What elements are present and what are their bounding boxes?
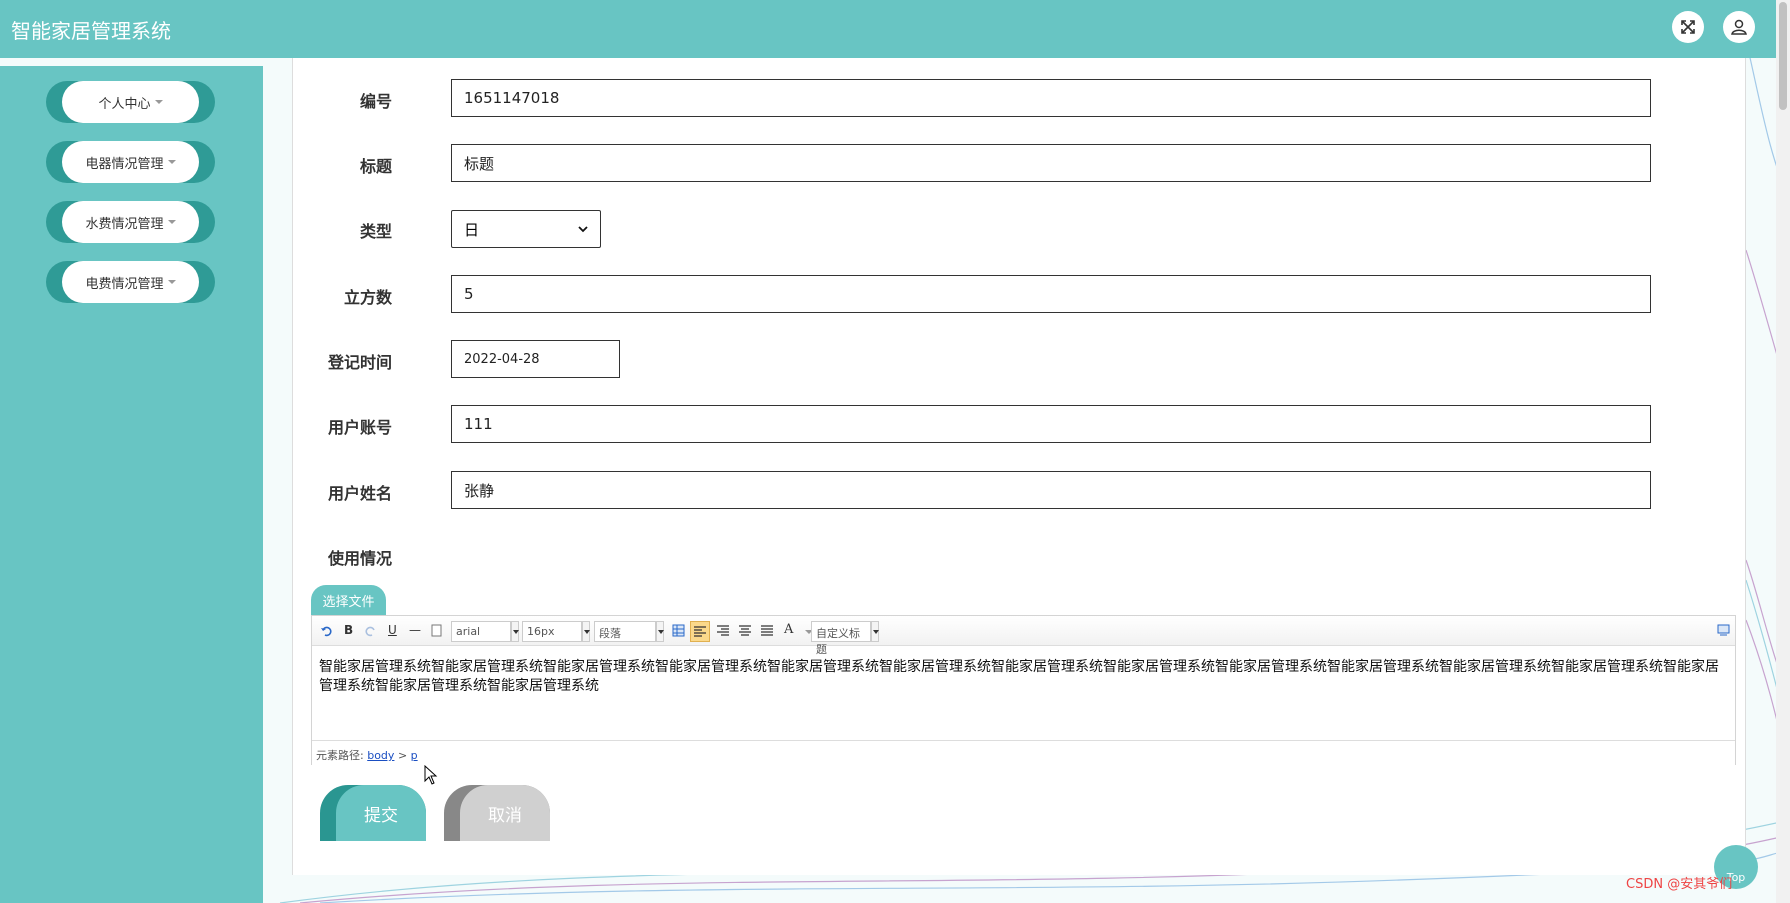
fullscreen-button[interactable]: [1672, 11, 1704, 43]
horizontal-rule-icon[interactable]: —: [409, 623, 421, 637]
scrollbar[interactable]: [1776, 0, 1790, 903]
volume-label: 立方数: [343, 288, 392, 307]
reg-time-field[interactable]: 2022-04-28: [451, 340, 620, 378]
sidebar-item-appliance[interactable]: 电器情况管理: [46, 141, 215, 183]
fullscreen-editor-icon[interactable]: [1717, 624, 1730, 636]
sidebar-item-label: 水费情况管理: [85, 216, 164, 232]
caret-down-icon: [167, 160, 176, 164]
sidebar-item-personal-center[interactable]: 个人中心: [46, 81, 215, 123]
chevron-down-icon: [578, 226, 588, 233]
top-bar: 智能家居管理系统: [0, 0, 1790, 58]
font-family-arrow[interactable]: [511, 621, 519, 642]
path-separator: >: [397, 749, 408, 762]
watermark-text: CSDN @安其爷们: [1626, 877, 1733, 892]
paragraph-select[interactable]: 段落: [594, 621, 656, 642]
font-size-arrow[interactable]: [582, 621, 590, 642]
font-color-icon[interactable]: A: [784, 622, 793, 637]
custom-title-select[interactable]: 自定义标题: [811, 621, 871, 656]
caret-down-icon: [154, 100, 163, 104]
username-field[interactable]: 张静: [451, 471, 1651, 509]
submit-button[interactable]: 提交: [320, 785, 426, 841]
number-field[interactable]: 1651147018: [451, 79, 1651, 117]
path-p-link[interactable]: p: [411, 749, 418, 762]
caret-down-icon: [167, 280, 176, 284]
number-label: 编号: [359, 92, 392, 111]
reg-time-label: 登记时间: [327, 353, 392, 372]
sidebar-item-label: 电器情况管理: [85, 156, 164, 172]
paragraph-arrow[interactable]: [656, 621, 664, 642]
element-path-label: 元素路径:: [316, 749, 364, 762]
align-right-icon[interactable]: [717, 625, 729, 637]
account-field[interactable]: 111: [451, 405, 1651, 443]
custom-title-arrow[interactable]: [871, 621, 879, 642]
editor-toolbar: B U — arial 16px 段落 A 自定义标题: [312, 616, 1735, 656]
align-center-icon[interactable]: [739, 625, 751, 637]
mouse-cursor-icon: [424, 765, 438, 785]
title-field[interactable]: 标题: [451, 144, 1651, 182]
sidebar-item-label: 电费情况管理: [85, 276, 164, 292]
volume-field[interactable]: 5: [451, 275, 1651, 313]
type-label: 类型: [359, 222, 392, 241]
sidebar: 个人中心 电器情况管理 水费情况管理 电费情况管理: [0, 66, 263, 903]
align-left-button[interactable]: [690, 621, 710, 642]
table-icon[interactable]: [672, 624, 685, 637]
submit-button-label: 提交: [336, 785, 426, 841]
redo-icon[interactable]: [365, 625, 377, 637]
scrollbar-thumb[interactable]: [1779, 2, 1787, 110]
fullscreen-icon: [1681, 20, 1695, 34]
user-button[interactable]: [1723, 11, 1755, 43]
title-label: 标题: [359, 157, 392, 176]
choose-file-button[interactable]: 选择文件: [311, 585, 386, 615]
underline-icon[interactable]: U: [388, 623, 397, 637]
usage-label: 使用情况: [327, 549, 392, 568]
align-left-icon: [694, 626, 706, 637]
justify-icon[interactable]: [761, 625, 773, 637]
sidebar-item-electric-fee[interactable]: 电费情况管理: [46, 261, 215, 303]
editor-content[interactable]: 智能家居管理系统智能家居管理系统智能家居管理系统智能家居管理系统智能家居管理系统…: [319, 658, 1729, 696]
page-icon[interactable]: [431, 624, 442, 637]
sidebar-item-label: 个人中心: [98, 96, 151, 112]
caret-down-icon: [167, 220, 176, 224]
account-label: 用户账号: [327, 418, 392, 437]
type-select[interactable]: 日: [451, 210, 601, 248]
undo-icon[interactable]: [320, 625, 332, 637]
cancel-button[interactable]: 取消: [444, 785, 550, 841]
sidebar-item-water-fee[interactable]: 水费情况管理: [46, 201, 215, 243]
font-family-select[interactable]: arial: [451, 621, 511, 642]
type-select-value: 日: [464, 220, 480, 239]
app-title: 智能家居管理系统: [11, 19, 171, 43]
font-size-select[interactable]: 16px: [522, 621, 582, 642]
user-icon: [1731, 19, 1747, 35]
bold-icon[interactable]: B: [344, 623, 353, 637]
username-label: 用户姓名: [327, 484, 392, 503]
path-body-link[interactable]: body: [367, 749, 394, 762]
element-path-bar: 元素路径: body > p: [312, 740, 1735, 765]
cancel-button-label: 取消: [460, 785, 550, 841]
rich-text-editor: B U — arial 16px 段落 A 自定义标题 智能家居管理系统智能家居…: [311, 615, 1736, 765]
